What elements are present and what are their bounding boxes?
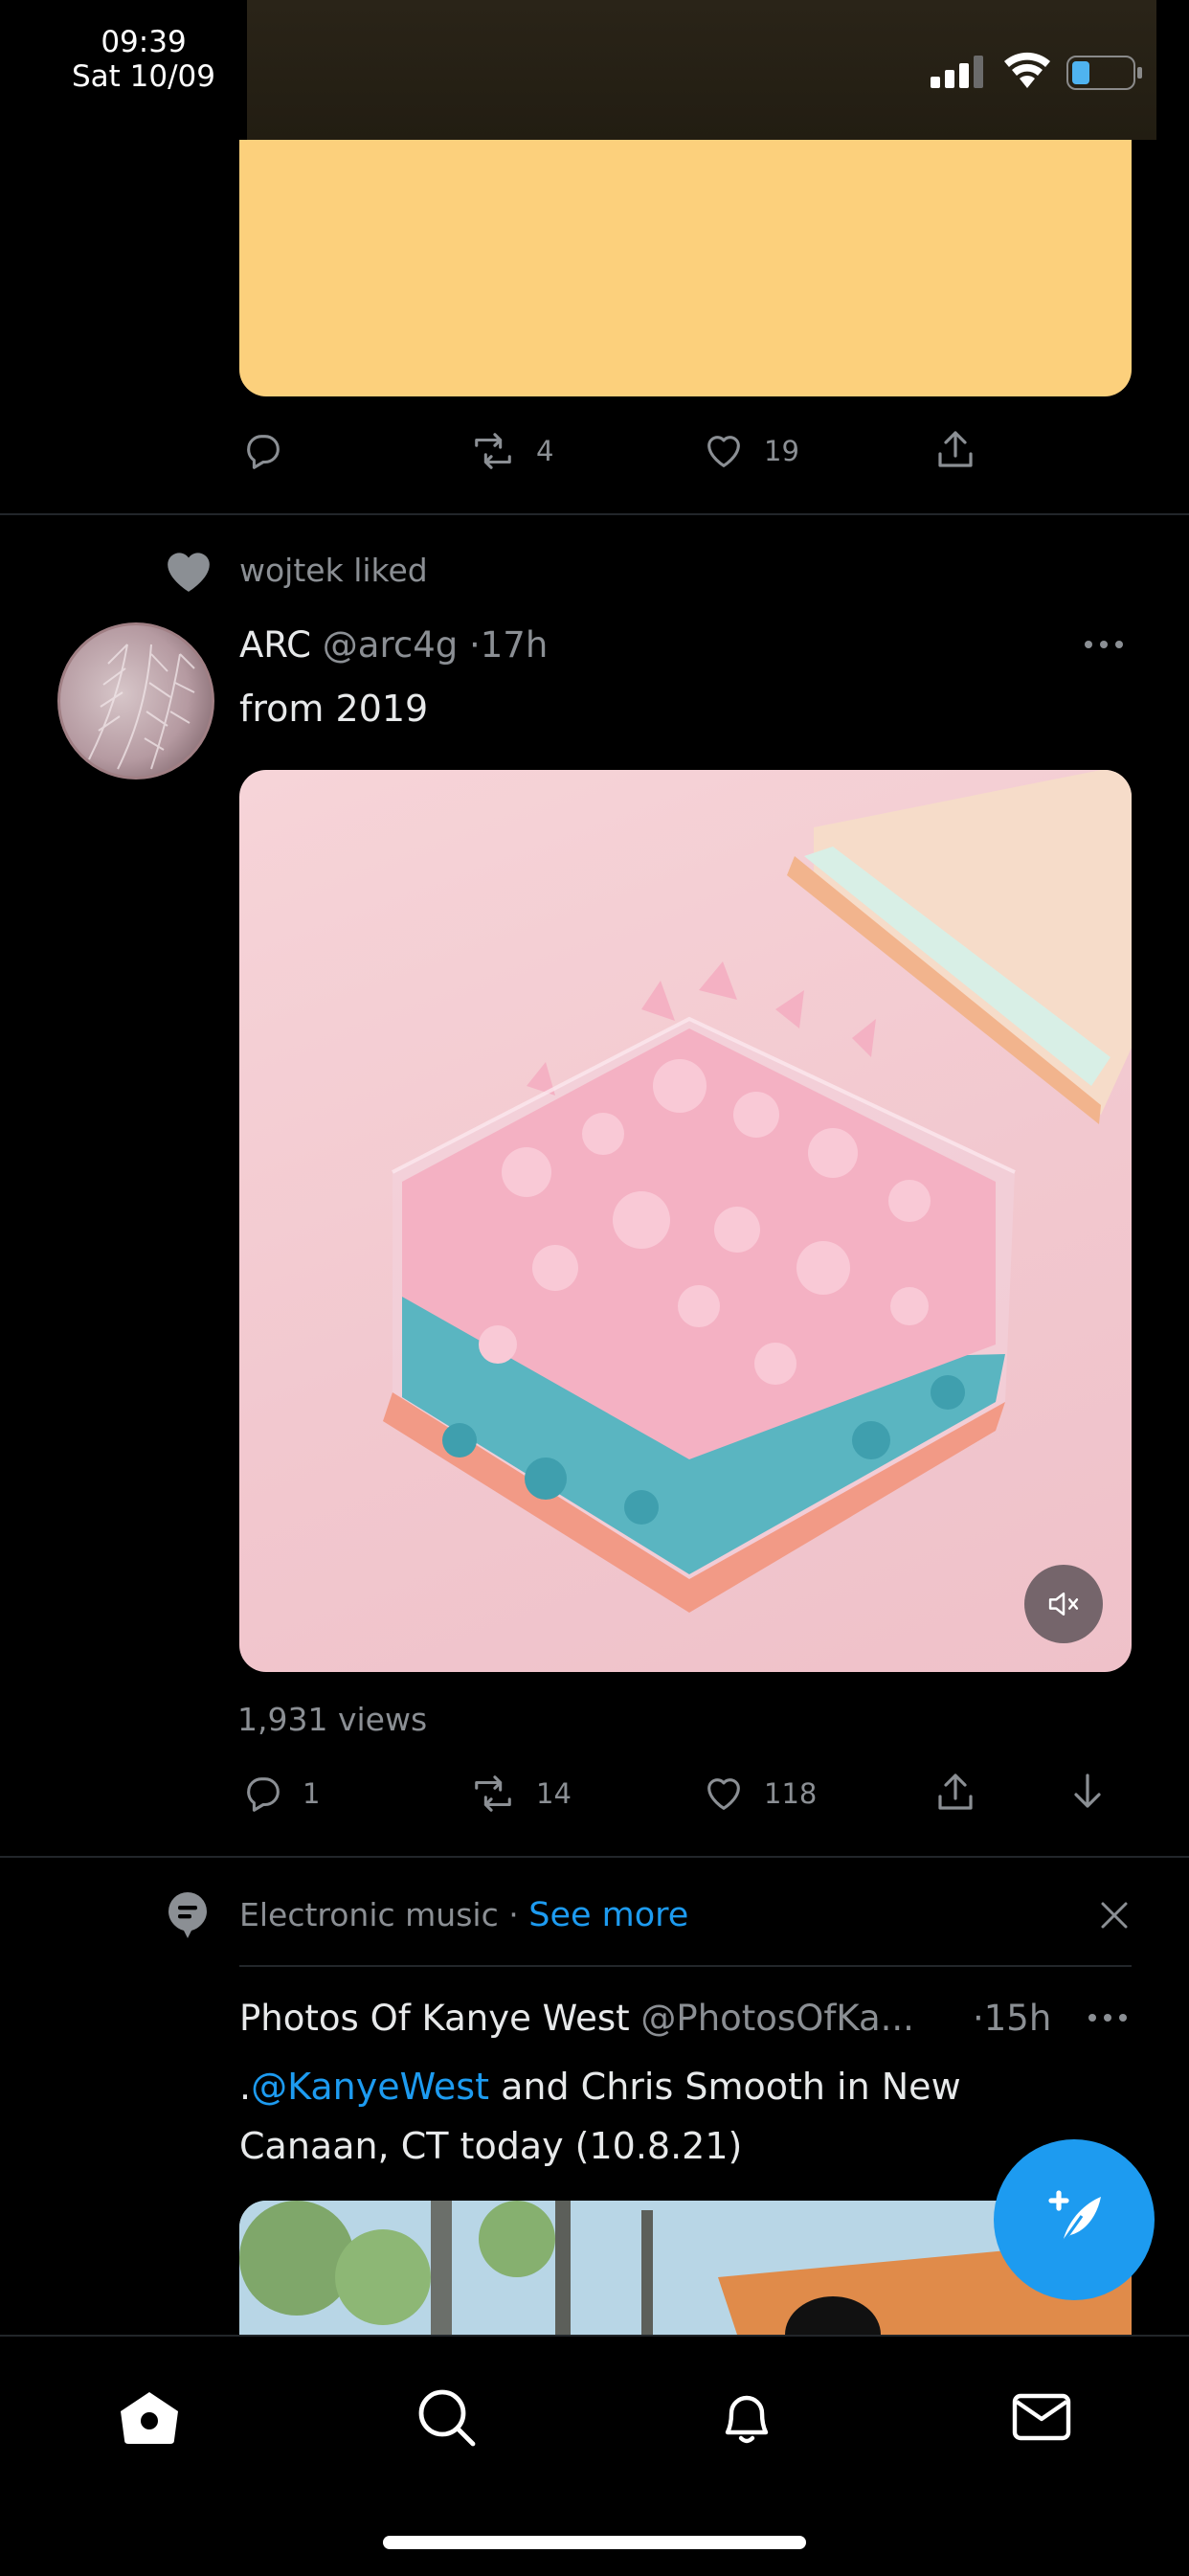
- notifications-icon: [725, 2395, 769, 2444]
- like-count: 19: [764, 435, 799, 467]
- like-icon: [707, 1778, 740, 1810]
- tweet-time[interactable]: ·17h: [469, 624, 548, 666]
- social-context[interactable]: wojtek liked: [239, 552, 428, 589]
- avatar-pattern: [88, 644, 195, 770]
- like-count: 118: [764, 1777, 818, 1810]
- like-button[interactable]: 118: [701, 1772, 817, 1816]
- tweet-text-line1: and Chris Smooth in New: [489, 2066, 961, 2108]
- tab-notifications[interactable]: [708, 2379, 785, 2455]
- topic-name[interactable]: Electronic music: [239, 1896, 499, 1933]
- retweet-button[interactable]: 4: [467, 429, 553, 473]
- home-icon: [121, 2392, 178, 2444]
- reply-icon: [247, 1777, 280, 1812]
- download-icon: [1074, 1774, 1101, 1808]
- share-icon: [938, 1774, 973, 1810]
- share-button[interactable]: [932, 427, 978, 473]
- battery-icon: [1066, 56, 1142, 90]
- reply-icon: [247, 435, 280, 469]
- retweet-count: 4: [536, 435, 554, 467]
- home-indicator: [383, 2536, 806, 2549]
- divider: [0, 513, 1189, 515]
- divider: [0, 1856, 1189, 1858]
- close-icon[interactable]: [1097, 1898, 1132, 1932]
- topic-icon: [168, 1892, 207, 1938]
- reply-button[interactable]: 1: [241, 1772, 320, 1816]
- status-bar: 09:39 Sat 10/09: [0, 0, 1189, 140]
- reply-count: 1: [303, 1777, 321, 1810]
- author-name[interactable]: ARC: [239, 624, 311, 666]
- like-icon: [707, 436, 740, 467]
- divider: [239, 1965, 1132, 1967]
- tweet-text-prefix: .: [239, 2066, 252, 2108]
- cellular-signal-icon: [931, 56, 983, 88]
- download-button[interactable]: [1065, 1770, 1110, 1816]
- topic-row: Electronic music · See more: [239, 1896, 688, 1934]
- wifi-icon: [1004, 52, 1050, 88]
- share-icon: [938, 431, 973, 467]
- status-date: Sat 10/09: [71, 59, 216, 94]
- tab-home[interactable]: [111, 2379, 188, 2455]
- more-icon[interactable]: [1082, 636, 1126, 653]
- mute-button[interactable]: [1024, 1565, 1103, 1643]
- compose-icon: [1048, 2190, 1101, 2244]
- tweet-text: from 2019: [239, 688, 429, 730]
- tweet-header: Photos Of Kanye West @PhotosOfKa...: [239, 1998, 914, 2039]
- mute-icon: [1048, 1592, 1079, 1616]
- tweet-header: ARC @arc4g ·17h: [239, 624, 548, 666]
- author-handle[interactable]: @arc4g: [323, 624, 458, 666]
- author-name[interactable]: Photos Of Kanye West: [239, 1998, 630, 2039]
- search-icon: [418, 2389, 476, 2447]
- mention-link[interactable]: @KanyeWest: [251, 2066, 489, 2108]
- retweet-icon: [475, 1775, 511, 1812]
- author-handle[interactable]: @PhotosOfKa...: [640, 1998, 914, 2039]
- view-count: 1,931 views: [237, 1701, 428, 1738]
- more-icon[interactable]: [1086, 2009, 1130, 2026]
- video-frame: [383, 770, 1132, 1613]
- status-time: 09:39: [101, 25, 187, 59]
- tweet-text: .@KanyeWest and Chris Smooth in New Cana…: [239, 2057, 1101, 2176]
- avatar[interactable]: [57, 622, 214, 780]
- heart-filled-icon: [168, 553, 210, 592]
- tab-search[interactable]: [408, 2379, 484, 2455]
- reply-button[interactable]: [241, 429, 285, 473]
- see-more-link[interactable]: See more: [528, 1896, 688, 1934]
- retweet-icon: [475, 433, 511, 469]
- compose-button[interactable]: [994, 2139, 1155, 2300]
- messages-icon: [1012, 2393, 1071, 2441]
- tweet-video[interactable]: [239, 770, 1132, 1672]
- previous-tweet-media[interactable]: [239, 140, 1132, 396]
- retweet-count: 14: [536, 1777, 572, 1810]
- topic-separator: ·: [508, 1896, 519, 1933]
- tweet-text-line2: Canaan, CT today (10.8.21): [239, 2125, 743, 2167]
- retweet-button[interactable]: 14: [467, 1772, 572, 1816]
- tab-messages[interactable]: [1003, 2379, 1080, 2455]
- share-button[interactable]: [932, 1770, 978, 1816]
- tweet-time[interactable]: ·15h: [973, 1998, 1051, 2039]
- like-button[interactable]: 19: [701, 429, 799, 473]
